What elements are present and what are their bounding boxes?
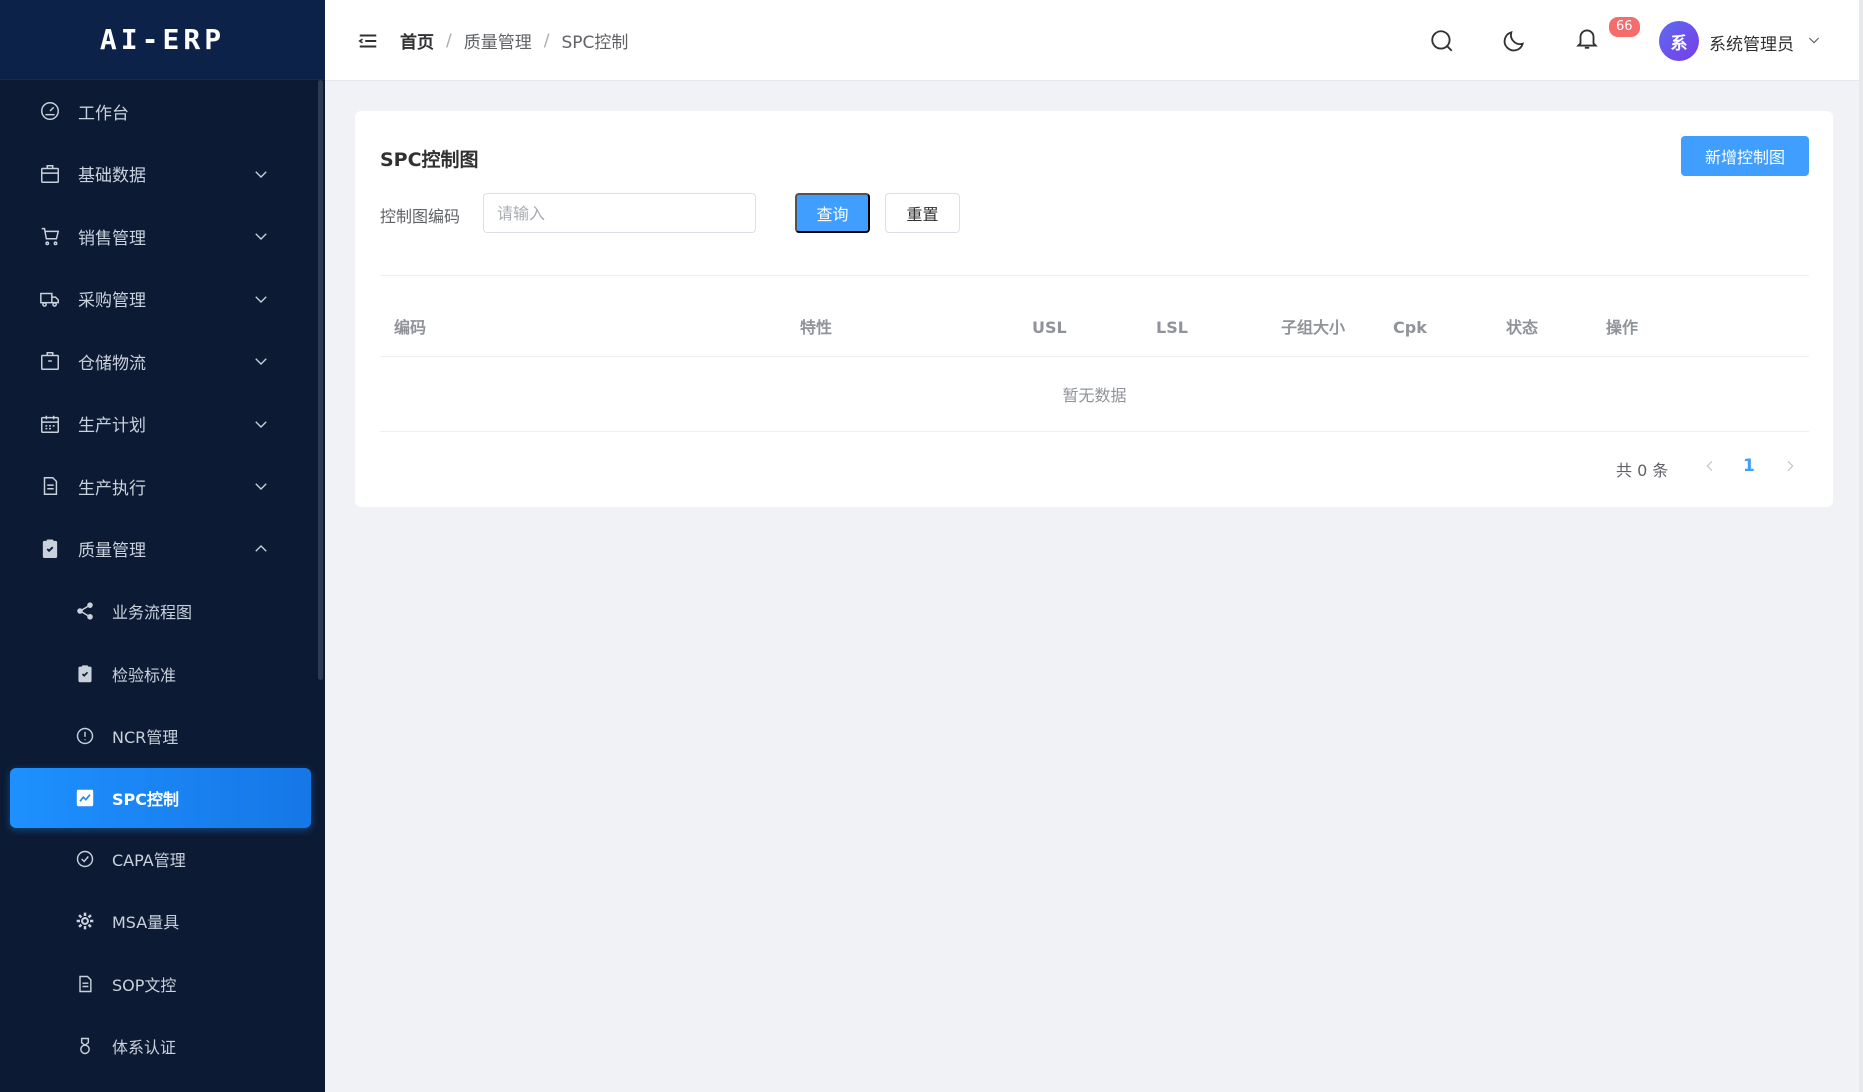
chevron-down-icon <box>252 415 270 433</box>
sidebar-subitem-label: 业务流程图 <box>112 603 193 623</box>
document-icon <box>38 474 62 498</box>
medal-icon <box>74 1035 96 1057</box>
page-title: SPC控制图 <box>380 149 479 171</box>
check-circle-icon <box>74 848 96 870</box>
sidebar-subitem-certification[interactable]: 体系认证 <box>0 1015 325 1078</box>
sidebar-item-production-plan[interactable]: 生产计划 <box>0 393 325 456</box>
page-scrollbar[interactable] <box>1859 0 1863 1092</box>
sidebar: AI-ERP 工作台 基础数据 销售管理 采购管理 仓储物流 生产计划 生产执行… <box>0 0 325 1092</box>
username[interactable]: 系统管理员 <box>1709 30 1794 55</box>
dashboard-icon <box>38 99 62 123</box>
spc-table: 编码 特性 USL LSL 子组大小 Cpk 状态 操作 暂无数据 <box>380 299 1809 432</box>
chevron-right-icon[interactable] <box>1782 458 1798 474</box>
calendar-icon <box>38 412 62 436</box>
package-icon <box>38 162 62 186</box>
sidebar-subitem-label: SOP文控 <box>112 975 177 995</box>
spc-card: SPC控制图 新增控制图 控制图编码 查询 重置 编码 特性 USL LSL 子… <box>355 111 1833 507</box>
add-control-chart-button[interactable]: 新增控制图 <box>1681 136 1809 176</box>
breadcrumb-separator: / <box>543 30 550 51</box>
breadcrumb-current: SPC控制 <box>561 33 629 53</box>
sidebar-subitem-label: SPC控制 <box>112 789 179 809</box>
notification-badge: 66 <box>1608 16 1641 38</box>
column-header-lsl: LSL <box>1156 318 1188 337</box>
dark-mode-icon[interactable] <box>1501 28 1527 54</box>
bell-icon[interactable] <box>1574 25 1600 51</box>
breadcrumb-quality[interactable]: 质量管理 <box>464 28 532 53</box>
sidebar-subitem-label: 体系认证 <box>112 1038 177 1058</box>
sidebar-item-label: 质量管理 <box>78 541 146 562</box>
control-chart-code-input[interactable] <box>483 193 756 233</box>
sidebar-subitem-inspection-standard[interactable]: 检验标准 <box>0 643 325 706</box>
clipboard-check-icon <box>74 663 96 685</box>
sidebar-item-label: 销售管理 <box>78 228 146 249</box>
divider <box>380 275 1809 276</box>
sidebar-subitem-label: 检验标准 <box>112 665 177 685</box>
sidebar-item-label: 基础数据 <box>78 166 146 187</box>
alert-circle-icon <box>74 725 96 747</box>
sidebar-subitem-ncr[interactable]: NCR管理 <box>0 705 325 768</box>
app-logo[interactable]: AI-ERP <box>0 0 325 80</box>
pagination-total: 共 0 条 <box>1616 461 1669 480</box>
clipboard-check-icon <box>38 537 62 561</box>
breadcrumb-separator: / <box>446 30 452 51</box>
sidebar-subitem-process-flow[interactable]: 业务流程图 <box>0 580 325 643</box>
sidebar-item-production-exec[interactable]: 生产执行 <box>0 455 325 518</box>
sidebar-item-label: 生产执行 <box>78 478 146 499</box>
share-icon <box>74 600 96 622</box>
sidebar-subitem-label: MSA量具 <box>112 913 180 933</box>
search-icon[interactable] <box>1429 28 1455 54</box>
table-empty-state: 暂无数据 <box>380 357 1809 432</box>
sidebar-item-basic-data[interactable]: 基础数据 <box>0 143 325 206</box>
truck-icon <box>38 287 62 311</box>
chevron-down-icon <box>252 227 270 245</box>
pagination-page[interactable]: 1 <box>1743 456 1755 476</box>
sidebar-subitem-capa[interactable]: CAPA管理 <box>0 828 325 891</box>
reset-button[interactable]: 重置 <box>885 193 960 233</box>
chevron-down-icon <box>252 290 270 308</box>
column-header-status: 状态 <box>1506 318 1539 337</box>
column-header-subgroup-size: 子组大小 <box>1281 318 1346 337</box>
sidebar-item-purchase[interactable]: 采购管理 <box>0 268 325 331</box>
breadcrumb-home[interactable]: 首页 <box>400 28 434 53</box>
sidebar-subitem-label: NCR管理 <box>112 728 179 748</box>
sidebar-item-sales[interactable]: 销售管理 <box>0 205 325 268</box>
sidebar-item-label: 仓储物流 <box>78 353 146 374</box>
top-header: 首页 / 质量管理 / SPC控制 66 系 系统管理员 <box>325 0 1863 81</box>
chevron-left-icon[interactable] <box>1702 458 1718 474</box>
table-header: 编码 特性 USL LSL 子组大小 Cpk 状态 操作 <box>380 299 1809 357</box>
column-header-usl: USL <box>1032 318 1067 337</box>
column-header-code: 编码 <box>394 318 427 337</box>
sidebar-item-dashboard[interactable]: 工作台 <box>0 80 325 143</box>
query-button[interactable]: 查询 <box>795 193 870 233</box>
chevron-down-icon[interactable] <box>1806 32 1822 48</box>
chart-icon <box>74 787 96 809</box>
breadcrumb: 首页 / 质量管理 / SPC控制 <box>400 28 629 54</box>
pagination: 共 0 条 1 <box>355 451 1833 481</box>
filter-label: 控制图编码 <box>380 207 461 226</box>
chevron-down-icon <box>252 352 270 370</box>
sidebar-item-quality[interactable]: 质量管理 <box>0 518 325 581</box>
sidebar-menu: 工作台 基础数据 销售管理 采购管理 仓储物流 生产计划 生产执行 质量管理 业… <box>0 80 325 1078</box>
sidebar-subitem-label: CAPA管理 <box>112 850 186 870</box>
sidebar-subitem-msa[interactable]: MSA量具 <box>0 890 325 953</box>
sidebar-item-label: 生产计划 <box>78 416 146 437</box>
column-header-characteristic: 特性 <box>800 318 833 337</box>
menu-toggle-icon[interactable] <box>357 30 379 52</box>
logo-text: AI-ERP <box>99 23 226 56</box>
column-header-cpk: Cpk <box>1393 318 1427 337</box>
chevron-up-icon <box>252 540 270 558</box>
chevron-down-icon <box>252 165 270 183</box>
cart-icon <box>38 224 62 248</box>
column-header-actions: 操作 <box>1606 318 1639 337</box>
sidebar-item-label: 采购管理 <box>78 291 146 312</box>
avatar[interactable]: 系 <box>1659 21 1699 61</box>
chevron-down-icon <box>252 477 270 495</box>
sidebar-item-warehouse[interactable]: 仓储物流 <box>0 330 325 393</box>
sidebar-item-label: 工作台 <box>78 103 129 124</box>
sidebar-subitem-sop[interactable]: SOP文控 <box>0 953 325 1016</box>
document-icon <box>74 973 96 995</box>
sidebar-subitem-spc[interactable]: SPC控制 <box>10 767 311 828</box>
gear-icon <box>74 910 96 932</box>
warehouse-icon <box>38 349 62 373</box>
